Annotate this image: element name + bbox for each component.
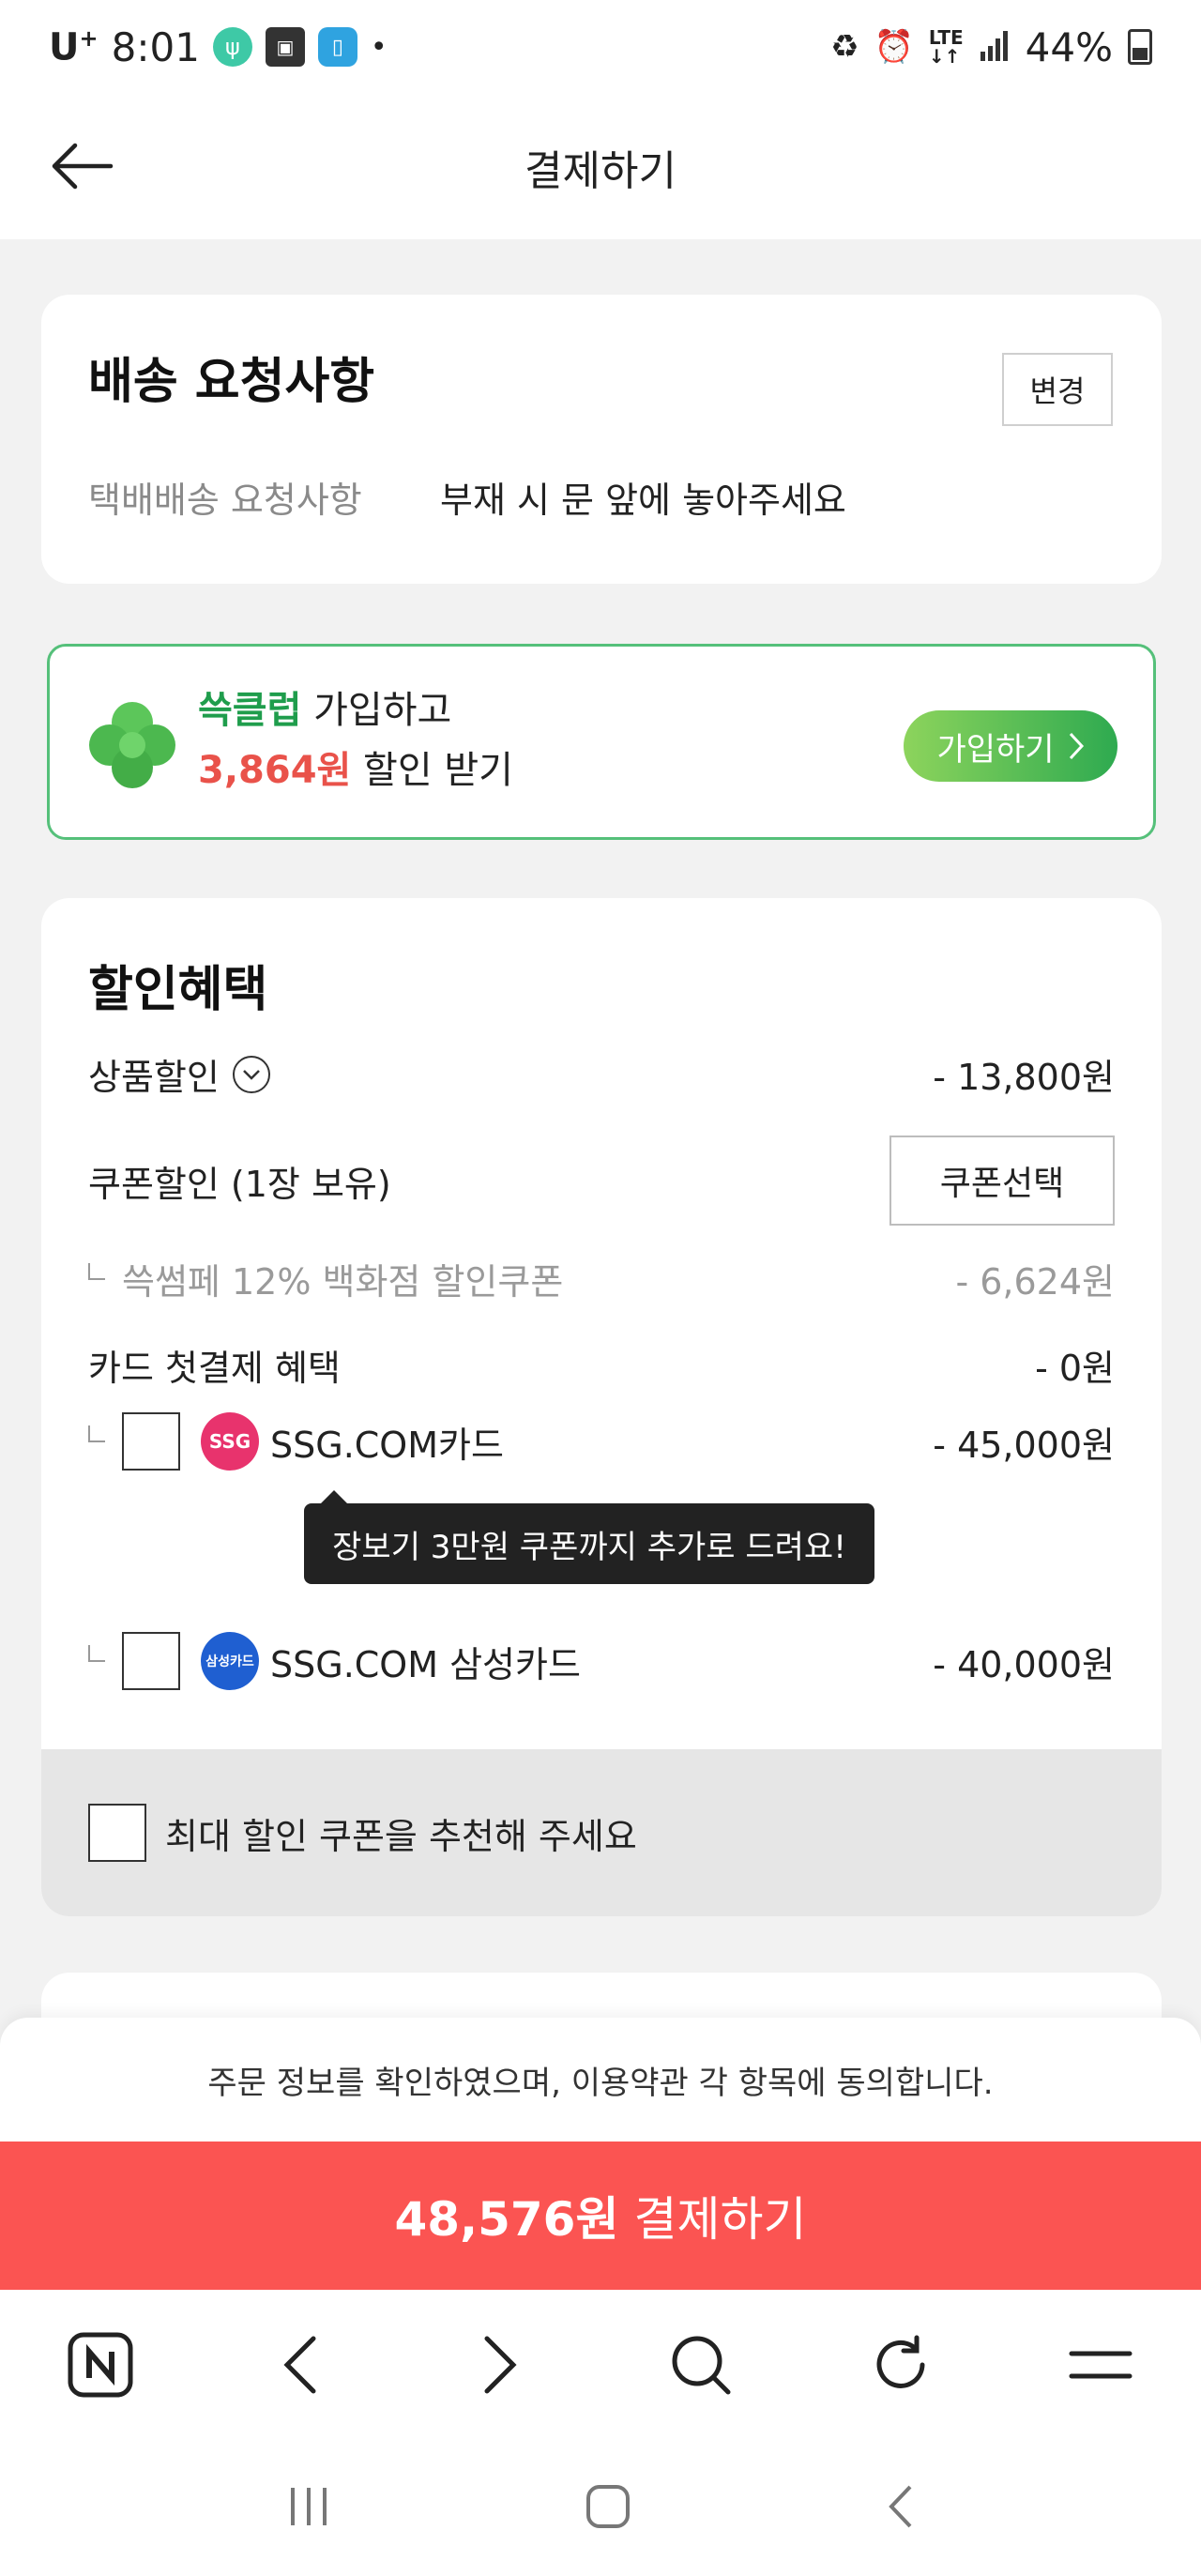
fork-app-icon: ψ: [212, 27, 252, 67]
recommend-coupon-row[interactable]: 최대 할인 쿠폰을 추천해 주세요: [41, 1749, 1162, 1916]
change-button[interactable]: 변경: [1002, 353, 1113, 426]
ssg-card-logo-icon: SSG: [201, 1412, 259, 1471]
agreement-text: 주문 정보를 확인하였으며, 이용약관 각 항목에 동의합니다.: [0, 2018, 1201, 2142]
pay-label: 결제하기: [633, 2192, 807, 2247]
join-button[interactable]: 가입하기: [904, 710, 1117, 782]
naver-home-icon[interactable]: [63, 2327, 138, 2402]
coupon-discount-row: 쿠폰할인 (1장 보유) 쿠폰선택: [88, 1136, 1115, 1226]
coupon-sub-amount: - 6,624원: [955, 1261, 1115, 1303]
browser-forward-icon[interactable]: [463, 2327, 538, 2402]
delivery-title: 배송 요청사항: [88, 354, 375, 410]
samsung-card-checkbox[interactable]: [122, 1632, 180, 1690]
corner-indent-icon: [88, 1262, 105, 1280]
coupon-discount-label: 쿠폰할인 (1장 보유): [88, 1163, 391, 1205]
dot-icon: •: [370, 30, 388, 64]
club-line2: 할인 받기: [351, 749, 513, 792]
recommend-checkbox[interactable]: [88, 1804, 146, 1862]
club-text: 쓱클럽 가입하고 3,864원 할인 받기: [198, 680, 513, 800]
coupon-sub-row: 쓱썸페 12% 백화점 할인쿠폰 - 6,624원: [88, 1253, 1115, 1304]
card-option-samsung: 삼성카드 SSG.COM 삼성카드 - 40,000원: [88, 1632, 1115, 1690]
card-first-label: 카드 첫결제 혜택: [88, 1348, 341, 1389]
page-title: 결제하기: [524, 146, 677, 195]
ssg-card-amount: - 45,000원: [933, 1424, 1115, 1466]
coupon-sub-label: 쓱썸페 12% 백화점 할인쿠폰: [122, 1261, 564, 1303]
discount-title: 할인혜택: [88, 962, 268, 1018]
system-nav-bar: [0, 2440, 1201, 2576]
battery-percent: 44%: [1025, 23, 1113, 70]
back-button[interactable]: [49, 133, 114, 199]
club-amount: 3,864원: [198, 749, 352, 792]
club-line1: 가입하고: [301, 689, 452, 732]
home-icon[interactable]: [585, 2483, 631, 2534]
delivery-request-row: 택배배송 요청사항 부재 시 문 앞에 놓아주세요: [88, 471, 846, 523]
card-option-ssg: SSG SSG.COM카드 - 45,000원: [88, 1412, 1115, 1471]
card-first-amount: - 0원: [1035, 1348, 1115, 1389]
corner-indent-icon: [88, 1645, 105, 1662]
samsung-card-name: SSG.COM 삼성카드: [270, 1643, 581, 1685]
search-icon[interactable]: [663, 2327, 738, 2402]
chevron-down-icon[interactable]: [232, 1055, 270, 1093]
arrow-left-icon: [52, 143, 114, 190]
recommend-label: 최대 할인 쿠폰을 추천해 주세요: [165, 1815, 637, 1857]
club-banner[interactable]: 쓱클럽 가입하고 3,864원 할인 받기 가입하기: [47, 644, 1156, 840]
card-first-row: 카드 첫결제 혜택 - 0원: [88, 1339, 1115, 1391]
coupon-select-button[interactable]: 쿠폰선택: [889, 1136, 1115, 1226]
delivery-request-label: 택배배송 요청사항: [88, 480, 362, 521]
alarm-icon: ⏰: [874, 28, 914, 66]
battery-icon: [1128, 29, 1152, 65]
carrier-label: U+: [49, 24, 99, 69]
ssg-card-name: SSG.COM카드: [270, 1424, 504, 1466]
status-time: 8:01: [111, 23, 200, 70]
refresh-icon[interactable]: [863, 2327, 938, 2402]
recent-apps-icon[interactable]: [285, 2486, 332, 2531]
ssg-card-checkbox[interactable]: [122, 1412, 180, 1471]
chevron-right-icon: [1069, 732, 1084, 760]
club-brand: 쓱클럽: [198, 689, 302, 732]
browser-back-icon[interactable]: [263, 2327, 338, 2402]
samsung-card-amount: - 40,000원: [933, 1643, 1115, 1685]
clover-icon: [89, 702, 175, 788]
menu-icon[interactable]: [1063, 2327, 1138, 2402]
screen-app-icon: ▯: [317, 27, 357, 67]
delivery-request-value: 부재 시 문 앞에 놓아주세요: [440, 480, 846, 521]
join-label: 가입하기: [936, 730, 1055, 769]
lte-icon: LTE ↓↑: [928, 26, 964, 68]
status-bar: U+ 8:01 ψ ▣ ▯ • ♻ ⏰ LTE ↓↑ 44%: [0, 0, 1201, 94]
gallery-icon: ▣: [265, 27, 305, 67]
product-discount-row[interactable]: 상품할인 - 13,800원: [88, 1048, 1115, 1100]
pay-price: 48,576원: [394, 2192, 619, 2247]
delivery-request-card: 배송 요청사항 변경 택배배송 요청사항 부재 시 문 앞에 놓아주세요: [41, 295, 1162, 584]
tooltip: 장보기 3만원 쿠폰까지 추가로 드려요!: [304, 1490, 874, 1584]
page-header: 결제하기: [0, 94, 1201, 239]
browser-toolbar: [0, 2290, 1201, 2440]
samsung-card-logo-icon: 삼성카드: [201, 1632, 259, 1690]
pay-button[interactable]: 48,576원 결제하기: [0, 2142, 1201, 2290]
discount-card: 할인혜택 상품할인 - 13,800원 쿠폰할인 (1장 보유) 쿠폰선택 쓱썸…: [41, 898, 1162, 1916]
recycle-icon: ♻: [830, 28, 859, 66]
corner-indent-icon: [88, 1425, 105, 1442]
product-discount-amount: - 13,800원: [933, 1057, 1115, 1098]
signal-icon: [979, 24, 1011, 70]
product-discount-label: 상품할인: [88, 1057, 220, 1098]
system-back-icon[interactable]: [884, 2483, 916, 2534]
